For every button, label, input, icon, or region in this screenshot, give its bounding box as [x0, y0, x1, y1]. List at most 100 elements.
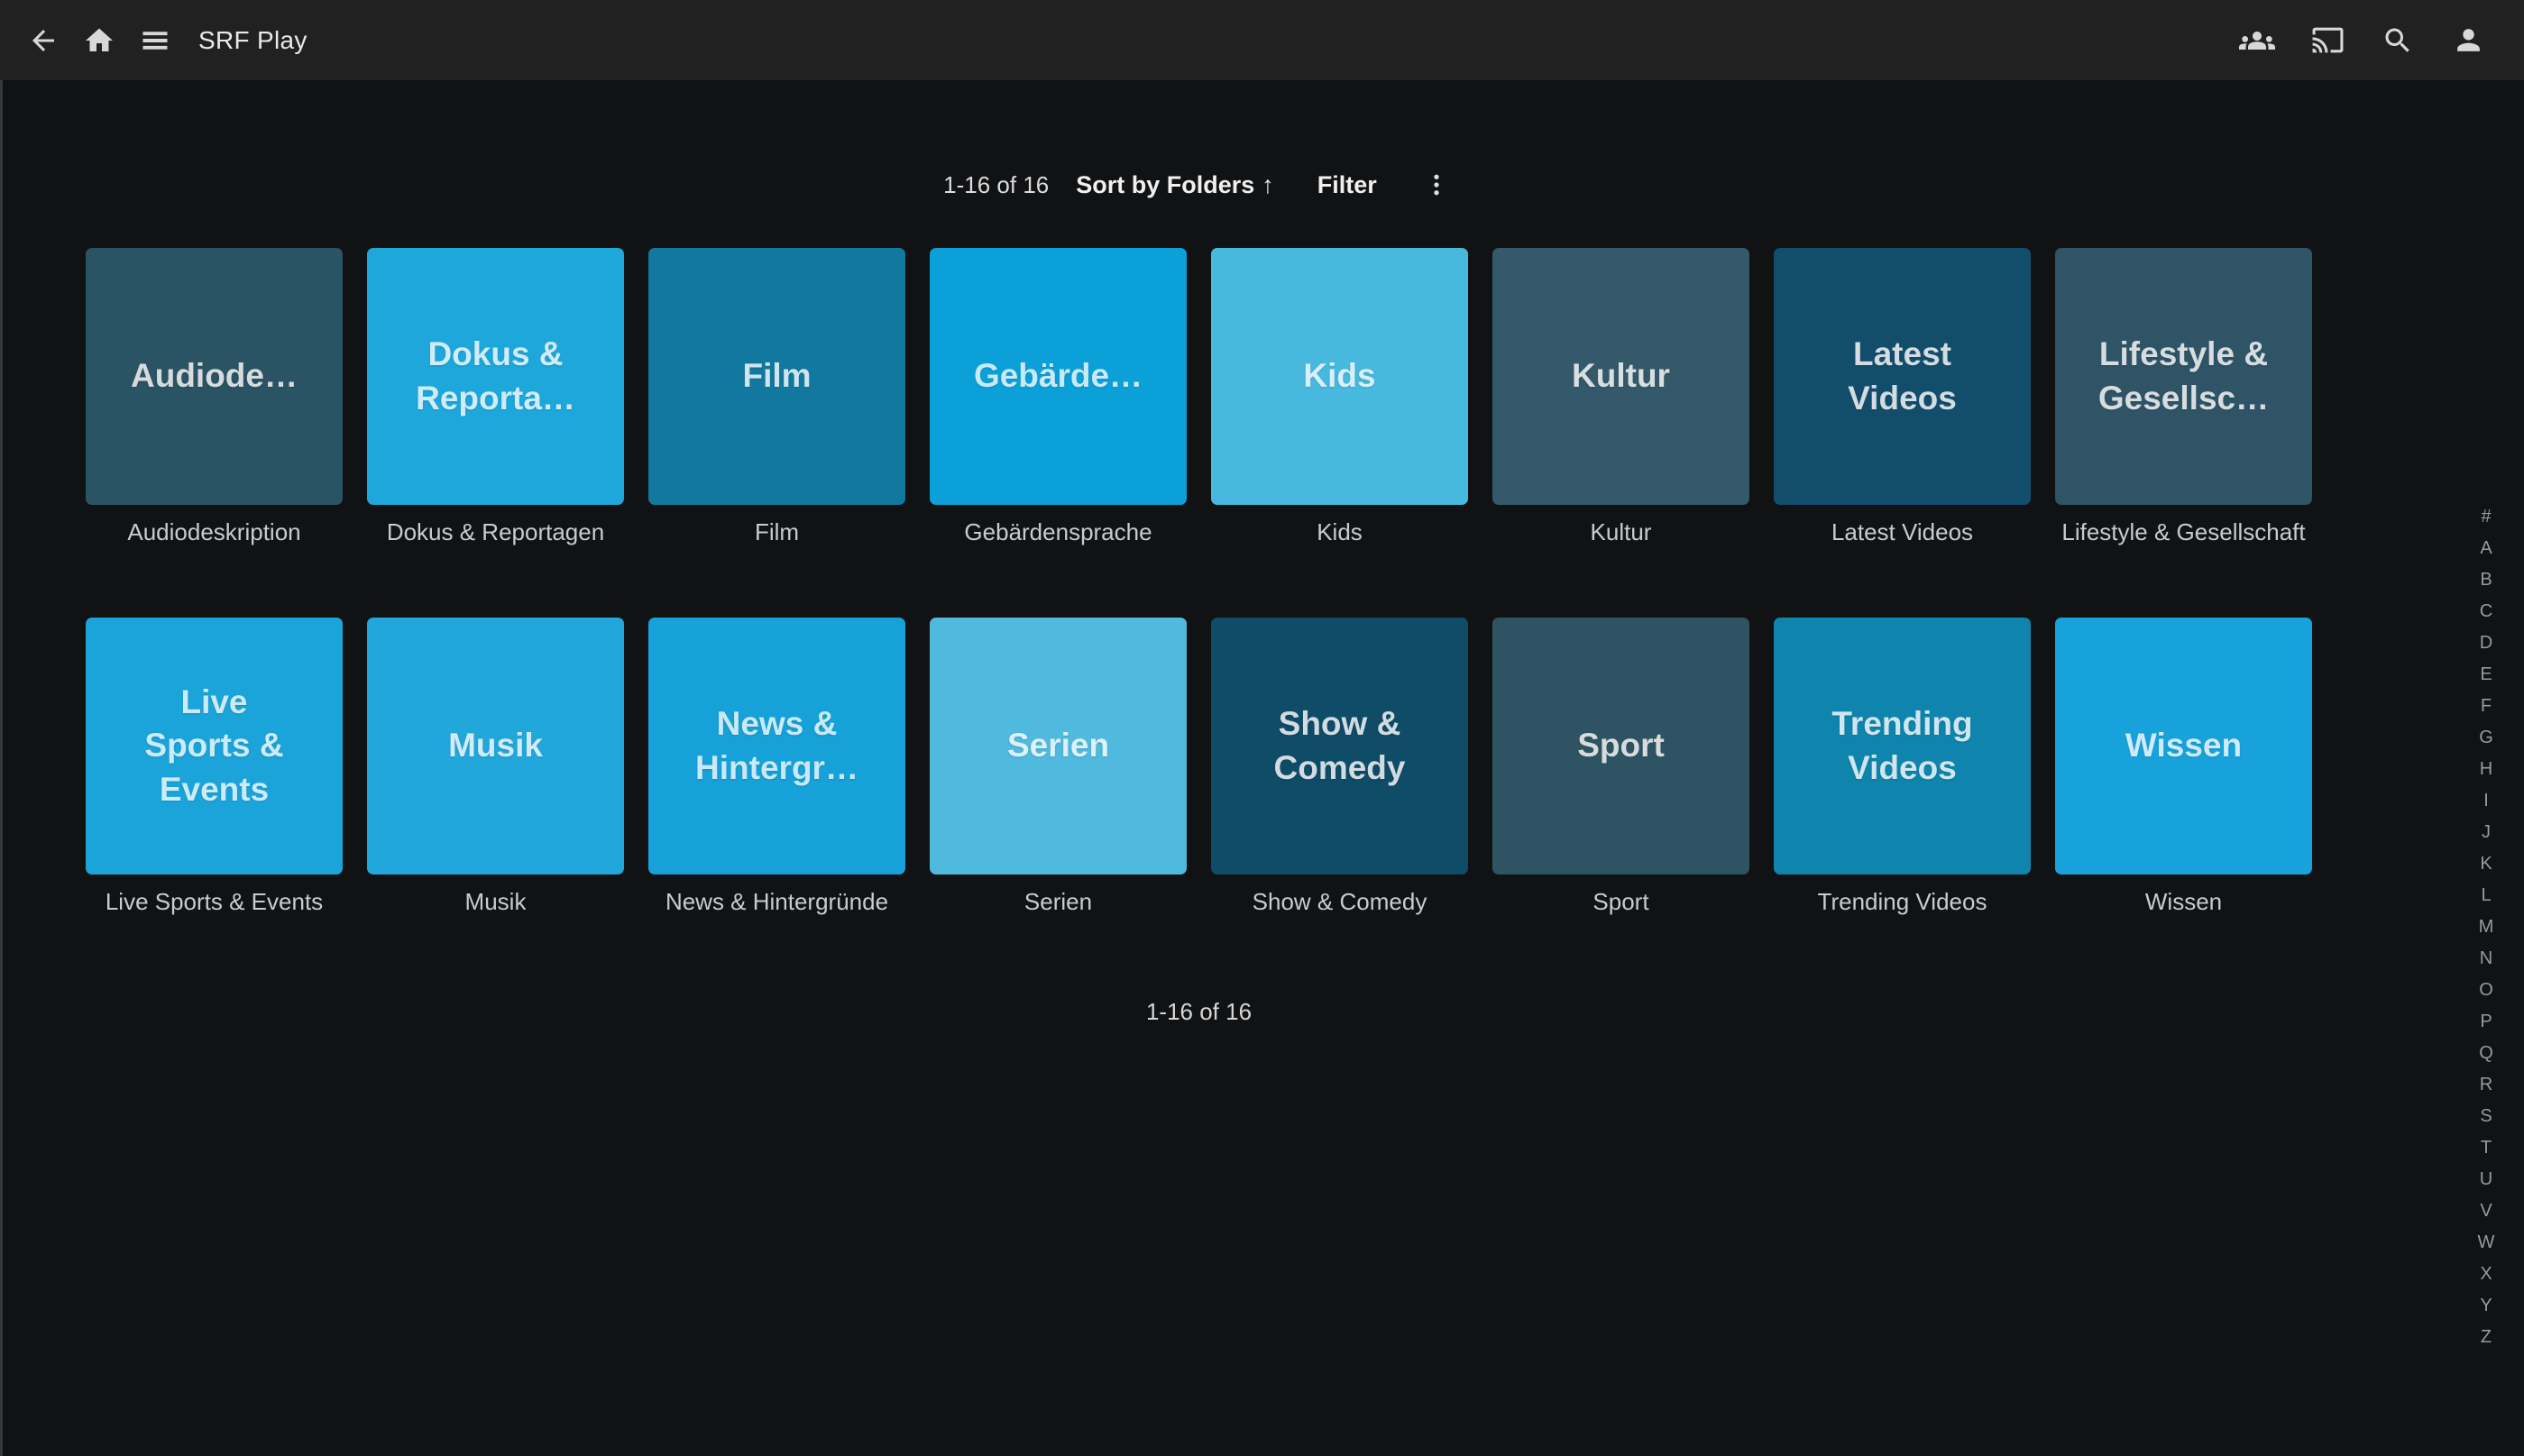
- library-cell: Kultur Kultur: [1492, 248, 1749, 546]
- library-content: 1-16 of 16 Sort by Folders ↑ Filter Audi…: [0, 80, 2524, 1456]
- menu-button[interactable]: [137, 23, 173, 59]
- tile-title: Kultur: [1563, 354, 1679, 398]
- library-folder-tile[interactable]: Live Sports & Events: [86, 618, 343, 875]
- library-folder-tile[interactable]: News & Hintergr…: [648, 618, 905, 875]
- tile-caption[interactable]: Live Sports & Events: [86, 888, 343, 916]
- app-bar-left: [25, 23, 173, 59]
- alpha-letter[interactable]: #: [2470, 501, 2502, 533]
- alpha-letter[interactable]: W: [2470, 1227, 2502, 1259]
- alpha-letter[interactable]: C: [2470, 596, 2502, 627]
- alpha-letter[interactable]: L: [2470, 880, 2502, 911]
- filter-button[interactable]: Filter: [1317, 171, 1377, 199]
- tile-caption[interactable]: Sport: [1492, 888, 1749, 916]
- tile-caption[interactable]: Gebärdensprache: [930, 518, 1187, 546]
- alpha-letter[interactable]: P: [2470, 1006, 2502, 1038]
- tile-title: Serien: [998, 724, 1118, 767]
- tile-title: Audiode…: [122, 354, 307, 398]
- tile-caption[interactable]: Audiodeskription: [86, 518, 343, 546]
- library-cell: Gebärde… Gebärdensprache: [930, 248, 1187, 546]
- alpha-letter[interactable]: F: [2470, 691, 2502, 722]
- alpha-letter[interactable]: M: [2470, 911, 2502, 943]
- alpha-letter[interactable]: B: [2470, 564, 2502, 596]
- app-bar: SRF Play: [0, 0, 2524, 80]
- library-folder-tile[interactable]: Kultur: [1492, 248, 1749, 505]
- library-folder-tile[interactable]: Lifestyle & Gesellsc…: [2055, 248, 2312, 505]
- home-button[interactable]: [81, 23, 117, 59]
- syncplay-button[interactable]: [2239, 23, 2275, 59]
- tile-title: Wissen: [2116, 724, 2251, 767]
- hamburger-menu-icon: [139, 24, 171, 57]
- library-folder-tile[interactable]: Kids: [1211, 248, 1468, 505]
- library-folder-tile[interactable]: Sport: [1492, 618, 1749, 875]
- tile-caption[interactable]: Wissen: [2055, 888, 2312, 916]
- scrollbar-track[interactable]: [0, 80, 3, 1456]
- alpha-letter[interactable]: E: [2470, 659, 2502, 691]
- library-toolbar: 1-16 of 16 Sort by Folders ↑ Filter: [86, 165, 2312, 205]
- tile-caption[interactable]: Musik: [367, 888, 624, 916]
- library-folder-tile[interactable]: Serien: [930, 618, 1187, 875]
- tile-caption[interactable]: Latest Videos: [1774, 518, 2031, 546]
- library-folder-tile[interactable]: Musik: [367, 618, 624, 875]
- cast-button[interactable]: [2309, 23, 2345, 59]
- alpha-letter[interactable]: K: [2470, 848, 2502, 880]
- sort-button[interactable]: Sort by Folders ↑: [1076, 171, 1274, 199]
- tile-caption[interactable]: Kultur: [1492, 518, 1749, 546]
- library-grid: Audiode… Audiodeskription Dokus & Reporta……: [86, 248, 2336, 987]
- alpha-letter[interactable]: A: [2470, 533, 2502, 564]
- library-folder-tile[interactable]: Wissen: [2055, 618, 2312, 875]
- tile-caption[interactable]: Film: [648, 518, 905, 546]
- library-cell: Film Film: [648, 248, 905, 546]
- library-folder-tile[interactable]: Trending Videos: [1774, 618, 2031, 875]
- sort-ascending-arrow-icon: ↑: [1262, 171, 1274, 199]
- library-folder-tile[interactable]: Latest Videos: [1774, 248, 2031, 505]
- library-cell: Wissen Wissen: [2055, 618, 2312, 916]
- alpha-letter[interactable]: D: [2470, 627, 2502, 659]
- tile-caption[interactable]: Kids: [1211, 518, 1468, 546]
- tile-caption[interactable]: Trending Videos: [1774, 888, 2031, 916]
- tile-caption[interactable]: Lifestyle & Gesellschaft: [2055, 518, 2312, 546]
- tile-caption[interactable]: News & Hintergründe: [648, 888, 905, 916]
- alpha-letter[interactable]: Y: [2470, 1290, 2502, 1322]
- alpha-letter[interactable]: U: [2470, 1164, 2502, 1195]
- tile-title: Musik: [439, 724, 552, 767]
- library-folder-tile[interactable]: Dokus & Reporta…: [367, 248, 624, 505]
- search-button[interactable]: [2380, 23, 2416, 59]
- tile-title: Kids: [1294, 354, 1384, 398]
- alpha-letter[interactable]: J: [2470, 817, 2502, 848]
- alpha-letter[interactable]: H: [2470, 754, 2502, 785]
- library-folder-tile[interactable]: Gebärde…: [930, 248, 1187, 505]
- alpha-letter[interactable]: Q: [2470, 1038, 2502, 1069]
- home-icon: [83, 24, 115, 57]
- alpha-letter[interactable]: Z: [2470, 1322, 2502, 1353]
- alpha-letter[interactable]: I: [2470, 785, 2502, 817]
- library-folder-tile[interactable]: Film: [648, 248, 905, 505]
- cast-icon: [2311, 23, 2345, 57]
- tile-caption[interactable]: Serien: [930, 888, 1187, 916]
- tile-title: Dokus & Reporta…: [407, 333, 584, 419]
- alpha-letter[interactable]: R: [2470, 1069, 2502, 1101]
- alpha-letter[interactable]: X: [2470, 1259, 2502, 1290]
- footer-item-count: 1-16 of 16: [86, 998, 2312, 1026]
- tile-title: Sport: [1568, 724, 1674, 767]
- alpha-letter[interactable]: T: [2470, 1132, 2502, 1164]
- library-folder-tile[interactable]: Audiode…: [86, 248, 343, 505]
- alpha-letter[interactable]: S: [2470, 1101, 2502, 1132]
- alpha-letter[interactable]: G: [2470, 722, 2502, 754]
- tile-caption[interactable]: Dokus & Reportagen: [367, 518, 624, 546]
- page-title: SRF Play: [198, 26, 307, 55]
- user-button[interactable]: [2450, 23, 2486, 59]
- alpha-picker: #ABCDEFGHIJKLMNOPQRSTUVWXYZ: [2470, 501, 2502, 1353]
- library-cell: Musik Musik: [367, 618, 624, 916]
- back-button[interactable]: [25, 23, 61, 59]
- tile-caption[interactable]: Show & Comedy: [1211, 888, 1468, 916]
- alpha-letter[interactable]: N: [2470, 943, 2502, 975]
- library-cell: News & Hintergr… News & Hintergründe: [648, 618, 905, 916]
- tile-title: Lifestyle & Gesellsc…: [2089, 333, 2278, 419]
- library-cell: Serien Serien: [930, 618, 1187, 916]
- alpha-letter[interactable]: V: [2470, 1195, 2502, 1227]
- library-cell: Lifestyle & Gesellsc… Lifestyle & Gesells…: [2055, 248, 2312, 546]
- library-folder-tile[interactable]: Show & Comedy: [1211, 618, 1468, 875]
- alpha-letter[interactable]: O: [2470, 975, 2502, 1006]
- more-options-button[interactable]: [1418, 167, 1455, 203]
- arrow-back-icon: [27, 24, 60, 57]
